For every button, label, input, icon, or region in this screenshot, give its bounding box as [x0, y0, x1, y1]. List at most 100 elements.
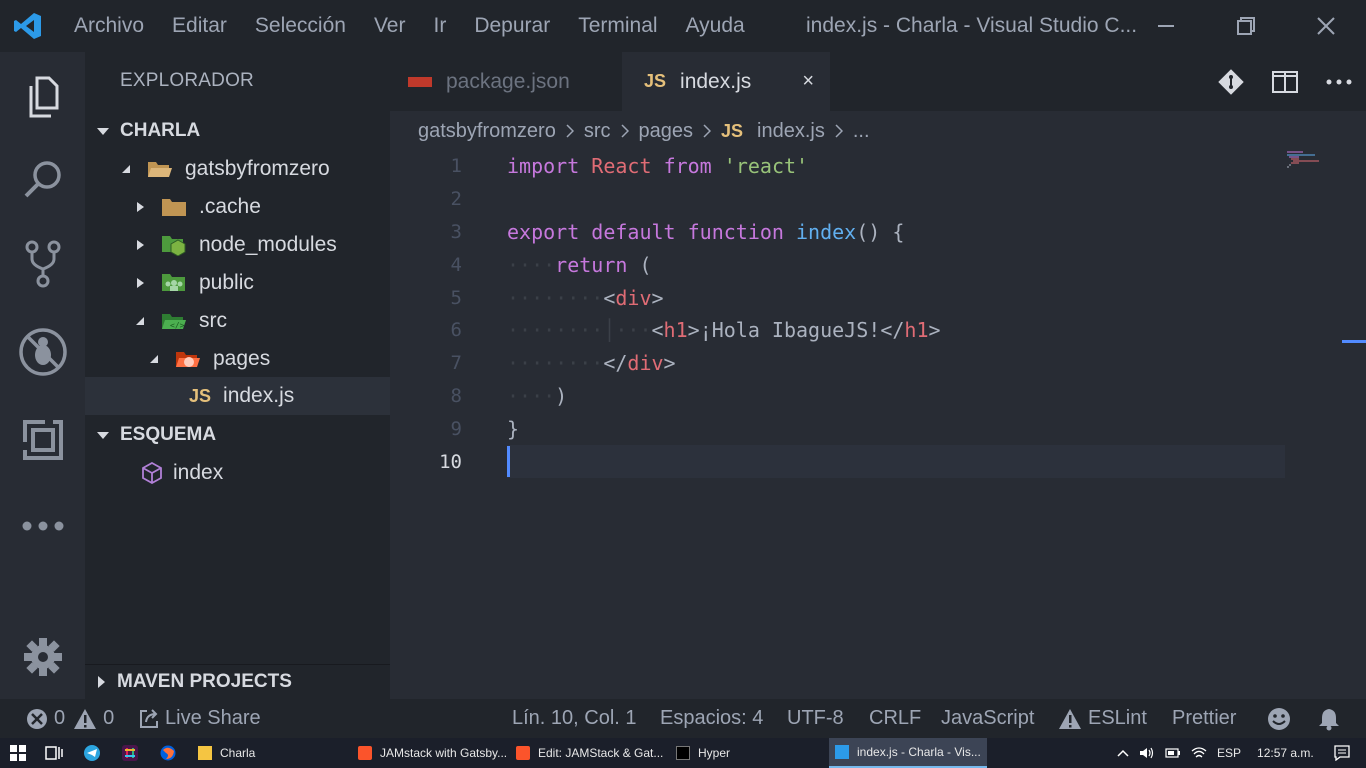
- source-control-icon[interactable]: [0, 224, 85, 304]
- chevron-right-icon: [133, 239, 147, 251]
- chevron-right-icon: [835, 124, 843, 138]
- restore-button[interactable]: [1206, 0, 1286, 52]
- tree-item-cache[interactable]: .cache: [85, 188, 390, 226]
- npm-icon: [408, 76, 432, 87]
- system-tray: ESP 12:57 a.m.: [1117, 738, 1350, 768]
- gear-icon[interactable]: [0, 617, 85, 697]
- token-tag: h1: [904, 318, 929, 342]
- section-charla[interactable]: CHARLA: [85, 112, 390, 150]
- action-center-icon[interactable]: [1334, 745, 1350, 761]
- close-tab-icon[interactable]: ×: [802, 70, 814, 93]
- more-actions-button[interactable]: [1312, 52, 1366, 111]
- taskbar-item-charla[interactable]: Charla: [192, 738, 347, 768]
- minimize-button[interactable]: [1126, 0, 1206, 52]
- code-line-5: ········<div>: [507, 282, 664, 315]
- token-tag: h1: [663, 318, 688, 342]
- prettier-status[interactable]: Prettier: [1172, 699, 1236, 738]
- outline-item-index[interactable]: index: [85, 454, 390, 492]
- clock[interactable]: 12:57 a.m.: [1257, 746, 1314, 760]
- taskbar-item-label: Hyper: [698, 746, 731, 760]
- breadcrumb-item[interactable]: pages: [639, 120, 694, 143]
- wifi-icon[interactable]: [1191, 746, 1207, 760]
- error-icon: [26, 708, 48, 730]
- chevron-down-icon: [85, 428, 120, 442]
- taskbar-item-label: Charla: [220, 746, 256, 760]
- tree-item-label: .cache: [199, 195, 261, 218]
- taskbar-item-brave-1[interactable]: JAMstack with Gatsby...: [352, 738, 507, 768]
- code-line-6: ········│···<h1>¡Hola IbagueJS!</h1>: [507, 314, 941, 347]
- chevron-up-icon[interactable]: [1117, 749, 1129, 757]
- breadcrumb-item[interactable]: ...: [853, 120, 870, 143]
- encoding[interactable]: UTF-8: [787, 699, 844, 738]
- eslint-status[interactable]: ESLint: [1058, 699, 1147, 738]
- tree-item-pages[interactable]: pages: [85, 340, 390, 378]
- section-esquema[interactable]: ESQUEMA: [85, 416, 390, 454]
- menu-ir[interactable]: Ir: [419, 0, 460, 52]
- more-icon[interactable]: [0, 486, 85, 566]
- menu-ver[interactable]: Ver: [360, 0, 420, 52]
- code-editor[interactable]: 1 2 3 4 5 6 7 8 9 10 import React from '…: [390, 151, 1366, 699]
- breadcrumb-item[interactable]: index.js: [757, 120, 825, 143]
- token-punctuation: </: [880, 318, 905, 342]
- task-view-icon[interactable]: [36, 738, 72, 768]
- slack-icon[interactable]: [112, 738, 148, 768]
- indentation[interactable]: Espacios: 4: [660, 699, 763, 738]
- tree-item-public[interactable]: public: [85, 264, 390, 302]
- notifications-bell-icon[interactable]: [1318, 699, 1340, 738]
- explorer-icon[interactable]: [0, 56, 85, 136]
- windows-start-icon[interactable]: [0, 738, 36, 768]
- cursor-position[interactable]: Lín. 10, Col. 1: [512, 699, 637, 738]
- close-window-button[interactable]: [1286, 0, 1366, 52]
- taskbar-item-label: index.js - Charla - Vis...: [857, 745, 981, 759]
- brave-icon: [358, 746, 372, 760]
- menu-archivo[interactable]: Archivo: [56, 0, 158, 52]
- scrollbar-position-indicator: [1342, 340, 1366, 343]
- menu-editar[interactable]: Editar: [158, 0, 241, 52]
- tree-item-gatsbyfromzero[interactable]: gatsbyfromzero: [85, 150, 390, 188]
- section-maven-projects[interactable]: MAVEN PROJECTS: [85, 664, 390, 699]
- volume-icon[interactable]: [1139, 746, 1155, 760]
- tab-package-json[interactable]: package.json: [390, 52, 622, 111]
- section-charla-label: CHARLA: [120, 120, 201, 141]
- debug-icon[interactable]: [0, 312, 85, 392]
- extensions-icon[interactable]: [0, 400, 85, 480]
- feedback-smiley-icon[interactable]: [1267, 699, 1291, 738]
- minimap[interactable]: [1285, 151, 1325, 171]
- taskbar-item-hyper[interactable]: Hyper: [670, 738, 825, 768]
- window-controls: [1126, 0, 1366, 52]
- live-share-button[interactable]: Live Share: [139, 699, 261, 738]
- problems-indicator[interactable]: 0 0: [26, 699, 114, 738]
- menu-seleccion[interactable]: Selección: [241, 0, 360, 52]
- git-icon: [1218, 68, 1244, 95]
- line-number: 4: [450, 254, 462, 276]
- split-editor-button[interactable]: [1258, 52, 1312, 111]
- tab-label: index.js: [680, 69, 752, 93]
- token-keyword: default: [591, 220, 676, 244]
- firefox-icon[interactable]: [150, 738, 186, 768]
- code-line-4: ····return (: [507, 249, 652, 282]
- git-compare-button[interactable]: [1204, 52, 1258, 111]
- token-keyword: from: [663, 154, 712, 178]
- token-punctuation: >: [687, 318, 700, 342]
- breadcrumb-item[interactable]: src: [584, 120, 611, 143]
- tree-item-index-js[interactable]: JS index.js: [85, 377, 390, 415]
- tree-item-label: index.js: [223, 384, 295, 407]
- battery-icon[interactable]: [1165, 747, 1181, 759]
- search-icon[interactable]: [0, 140, 85, 220]
- end-of-line[interactable]: CRLF: [869, 699, 921, 738]
- taskbar-item-brave-2[interactable]: Edit: JAMStack & Gat...: [510, 738, 665, 768]
- input-language[interactable]: ESP: [1217, 746, 1241, 760]
- taskbar-item-vscode[interactable]: index.js - Charla - Vis...: [829, 738, 987, 768]
- token-punctuation: () {: [856, 220, 905, 244]
- menu-depurar[interactable]: Depurar: [460, 0, 564, 52]
- language-mode[interactable]: JavaScript: [941, 699, 1034, 738]
- telegram-icon[interactable]: [74, 738, 110, 768]
- tree-item-node-modules[interactable]: node_modules: [85, 226, 390, 264]
- token-punctuation: </: [603, 351, 628, 375]
- tab-index-js[interactable]: JS index.js ×: [622, 52, 830, 111]
- breadcrumb-item[interactable]: gatsbyfromzero: [418, 120, 556, 143]
- tree-item-src[interactable]: </> src: [85, 302, 390, 340]
- menu-terminal[interactable]: Terminal: [564, 0, 671, 52]
- menu-ayuda[interactable]: Ayuda: [672, 0, 759, 52]
- warning-icon: [73, 708, 97, 730]
